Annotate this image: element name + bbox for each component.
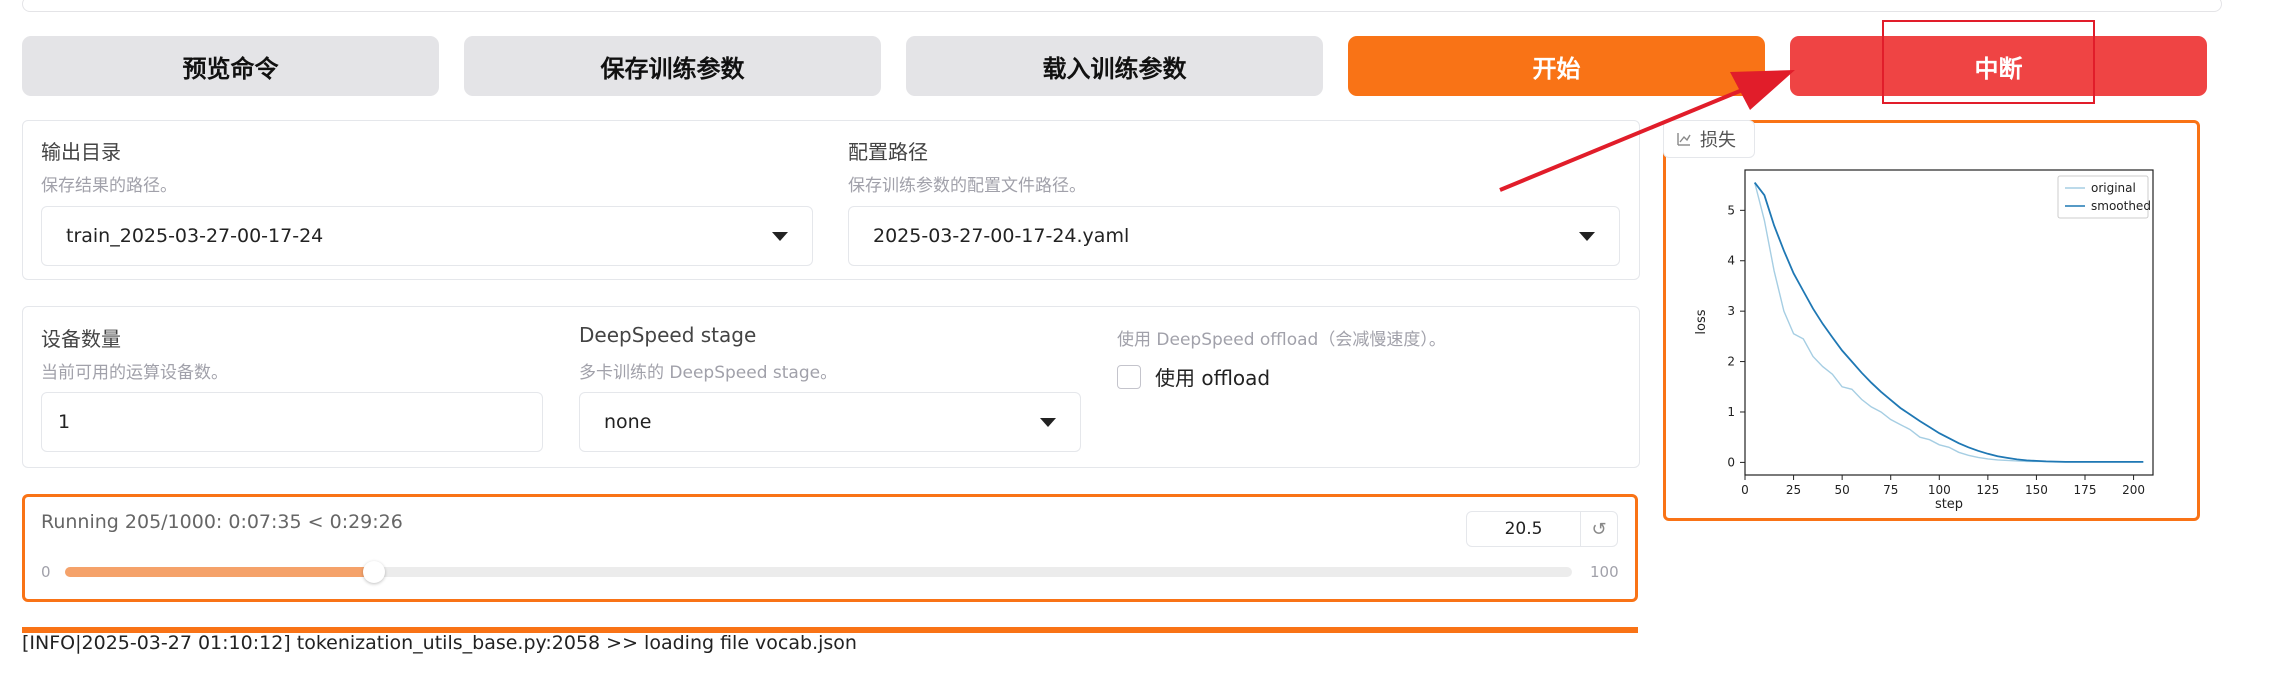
x-tick-label: 50	[1835, 483, 1850, 497]
ds-stage-label: DeepSpeed stage	[579, 323, 757, 347]
arrow-shaft	[1499, 84, 1753, 192]
ds-offload-info: 使用 DeepSpeed offload（会减慢速度）。	[1117, 330, 1446, 350]
y-tick-label: 1	[1727, 405, 1735, 419]
progress-slider-thumb[interactable]	[362, 561, 385, 583]
log-line: [INFO|2025-03-27 01:10:12] tokenization_…	[22, 632, 857, 654]
legend: original smoothed	[2057, 175, 2151, 219]
progress-value-input[interactable]: 20.5	[1467, 519, 1580, 539]
loss-chart: 0 25 50 75 100 125 150 175 200 012345 step loss …	[1694, 169, 2154, 512]
x-tick-label: 100	[1928, 483, 1951, 497]
ds-stage-info: 多卡训练的 DeepSpeed stage。	[579, 363, 838, 383]
ds-stage-value: none	[604, 411, 652, 433]
chevron-down-icon	[1040, 417, 1056, 427]
device-count-label: 设备数量	[41, 327, 121, 351]
y-tick-label: 0	[1727, 455, 1735, 469]
load-args-button[interactable]: 载入训练参数	[906, 36, 1323, 96]
config-path-value: 2025-03-27-00-17-24.yaml	[873, 225, 1130, 247]
config-path-label: 配置路径	[848, 140, 928, 164]
arrow-annotation	[1499, 70, 1795, 192]
y-tick-label: 3	[1727, 304, 1735, 318]
save-args-button[interactable]: 保存训练参数	[464, 36, 881, 96]
preview-command-button[interactable]: 预览命令	[22, 36, 439, 96]
legend-label-smoothed: smoothed	[2091, 199, 2151, 213]
config-path-dropdown[interactable]: 2025-03-27-00-17-24.yaml	[848, 206, 1620, 266]
x-axis: 0 25 50 75 100 125 150 175 200	[1741, 475, 2145, 497]
arrow-head-icon	[1730, 70, 1795, 110]
x-tick-label: 175	[2074, 483, 2097, 497]
x-tick-label: 150	[2025, 483, 2048, 497]
ds-offload-checkbox-label: 使用 offload	[1155, 366, 1271, 390]
x-tick-label: 25	[1786, 483, 1801, 497]
config-path-info: 保存训练参数的配置文件路径。	[848, 176, 1086, 196]
progress-status: Running 205/1000: 0:07:35 < 0:29:26	[41, 511, 403, 533]
ds-offload-checkbox[interactable]	[1117, 364, 1141, 389]
progress-number-box: 20.5 ↺	[1466, 511, 1618, 547]
progress-track	[65, 567, 1572, 577]
y-tick-label: 4	[1727, 254, 1735, 268]
legend-label-original: original	[2091, 181, 2136, 195]
progress-max-label: 100	[1590, 563, 1619, 581]
progress-fill	[65, 567, 374, 577]
output-dir-info: 保存结果的路径。	[41, 176, 177, 196]
x-axis-label: step	[1935, 497, 1963, 512]
x-tick-label: 0	[1741, 483, 1749, 497]
y-tick-label: 2	[1727, 355, 1735, 369]
device-count-info: 当前可用的运算设备数。	[41, 363, 228, 383]
chevron-down-icon	[1579, 231, 1595, 241]
reset-icon[interactable]: ↺	[1580, 511, 1617, 547]
output-dir-label: 输出目录	[41, 140, 121, 164]
device-count-input[interactable]: 1	[41, 392, 543, 452]
highlight-box-annotation	[1882, 20, 2095, 104]
output-dir-value: train_2025-03-27-00-17-24	[66, 225, 324, 247]
y-axis: 0 1 2 3 4 5	[1727, 203, 1745, 469]
progress-min-label: 0	[41, 563, 51, 581]
x-tick-label: 125	[1976, 483, 1999, 497]
x-tick-label: 75	[1883, 483, 1898, 497]
x-tick-label: 200	[2122, 483, 2145, 497]
ds-offload-option[interactable]: 使用 offload	[1117, 362, 1270, 391]
output-dir-dropdown[interactable]: train_2025-03-27-00-17-24	[41, 206, 813, 266]
top-panel-edge	[22, 0, 2222, 12]
ds-stage-dropdown[interactable]: none	[579, 392, 1081, 452]
chevron-down-icon	[772, 231, 788, 241]
y-axis-label: loss	[1694, 309, 1709, 334]
y-tick-label: 5	[1727, 203, 1735, 217]
